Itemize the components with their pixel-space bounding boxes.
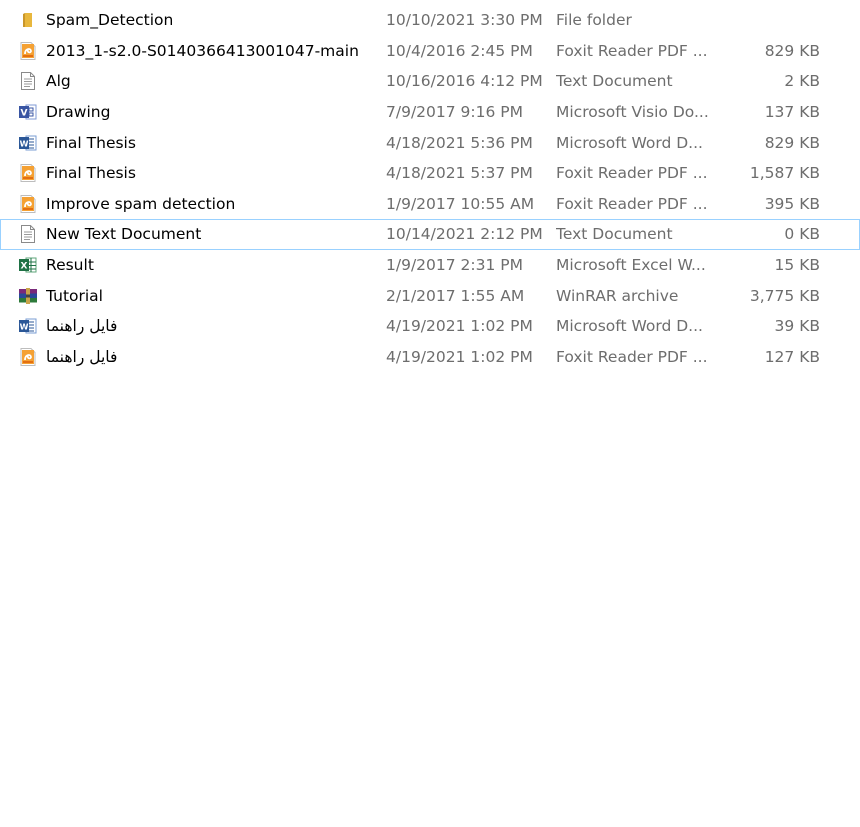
file-row[interactable]: Tutorial 2/1/2017 1:55 AM WinRAR archive…	[0, 280, 860, 311]
file-date-modified: 10/10/2021 3:30 PM	[386, 11, 543, 30]
file-row[interactable]: New Text Document 10/14/2021 2:12 PM Tex…	[0, 219, 860, 250]
file-date-modified: 10/14/2021 2:12 PM	[386, 225, 543, 244]
file-name: فایل راهنما	[46, 317, 118, 336]
file-row[interactable]: Spam_Detection 10/10/2021 3:30 PM File f…	[0, 5, 860, 36]
file-type: Foxit Reader PDF ...	[556, 164, 708, 183]
file-size: 395 KB	[764, 194, 820, 213]
file-type: File folder	[556, 11, 632, 30]
file-size: 0 KB	[784, 225, 820, 244]
file-date-modified: 7/9/2017 9:16 PM	[386, 103, 523, 122]
file-size	[731, 6, 820, 35]
file-row[interactable]: فایل راهنما 4/19/2021 1:02 PM Foxit Read…	[0, 342, 860, 373]
pdf-icon	[18, 190, 38, 219]
visio-icon: V	[18, 98, 38, 127]
folder-icon	[18, 6, 38, 35]
file-name: Alg	[46, 72, 71, 91]
file-name: Spam_Detection	[46, 11, 174, 30]
file-date-modified: 4/18/2021 5:37 PM	[386, 164, 533, 183]
word-icon: W	[18, 312, 38, 341]
file-row[interactable]: V Drawing 7/9/2017 9:16 PM Microsoft Vis…	[0, 97, 860, 128]
file-type: WinRAR archive	[556, 286, 679, 305]
file-date-modified: 4/19/2021 1:02 PM	[386, 347, 533, 366]
file-row[interactable]: Final Thesis 4/18/2021 5:37 PM Foxit Rea…	[0, 158, 860, 189]
file-name: Final Thesis	[46, 164, 136, 183]
file-list: Spam_Detection 10/10/2021 3:30 PM File f…	[0, 5, 860, 372]
word-icon: W	[18, 128, 38, 157]
svg-text:X: X	[21, 262, 28, 272]
file-size: 1,587 KB	[749, 164, 820, 183]
file-type: Microsoft Word D...	[556, 317, 703, 336]
file-row[interactable]: Alg 10/16/2016 4:12 PM Text Document 2 K…	[0, 66, 860, 97]
pdf-icon	[18, 343, 38, 372]
file-name: New Text Document	[46, 225, 202, 244]
file-date-modified: 1/9/2017 2:31 PM	[386, 256, 523, 275]
file-size: 2 KB	[784, 72, 820, 91]
file-size: 39 KB	[774, 317, 820, 336]
file-row[interactable]: X Result 1/9/2017 2:31 PM Microsoft Exce…	[0, 250, 860, 281]
file-name: Drawing	[46, 103, 111, 122]
file-type: Foxit Reader PDF ...	[556, 41, 708, 60]
file-row[interactable]: Improve spam detection 1/9/2017 10:55 AM…	[0, 189, 860, 220]
svg-text:W: W	[20, 323, 29, 332]
file-type: Microsoft Word D...	[556, 133, 703, 152]
file-size: 3,775 KB	[749, 286, 820, 305]
file-name: فایل راهنما	[46, 347, 118, 366]
file-date-modified: 4/18/2021 5:36 PM	[386, 133, 533, 152]
file-type: Foxit Reader PDF ...	[556, 347, 708, 366]
winrar-icon	[18, 281, 38, 310]
file-type: Text Document	[556, 225, 673, 244]
file-type: Microsoft Visio Do...	[556, 103, 709, 122]
excel-icon: X	[18, 251, 38, 280]
file-name: Final Thesis	[46, 133, 136, 152]
text-document-icon	[18, 220, 38, 249]
file-date-modified: 1/9/2017 10:55 AM	[386, 194, 535, 213]
svg-text:W: W	[20, 139, 29, 148]
pdf-icon	[18, 37, 38, 66]
file-type: Text Document	[556, 72, 673, 91]
file-name: Improve spam detection	[46, 194, 236, 213]
file-date-modified: 4/19/2021 1:02 PM	[386, 317, 533, 336]
file-size: 15 KB	[774, 256, 820, 275]
file-type: Foxit Reader PDF ...	[556, 194, 708, 213]
text-document-icon	[18, 67, 38, 96]
file-size: 829 KB	[764, 41, 820, 60]
file-row[interactable]: W Final Thesis 4/18/2021 5:36 PM Microso…	[0, 127, 860, 158]
file-name: Tutorial	[46, 286, 103, 305]
pdf-icon	[18, 159, 38, 188]
file-size: 127 KB	[764, 347, 820, 366]
file-name: Result	[46, 256, 94, 275]
file-date-modified: 2/1/2017 1:55 AM	[386, 286, 525, 305]
file-type: Microsoft Excel W...	[556, 256, 706, 275]
file-size: 137 KB	[764, 103, 820, 122]
file-date-modified: 10/4/2016 2:45 PM	[386, 41, 533, 60]
file-name: 2013_1-s2.0-S0140366413001047-main	[46, 41, 359, 60]
file-date-modified: 10/16/2016 4:12 PM	[386, 72, 543, 91]
file-row[interactable]: W فایل راهنما 4/19/2021 1:02 PM Microsof…	[0, 311, 860, 342]
file-size: 829 KB	[764, 133, 820, 152]
file-row[interactable]: 2013_1-s2.0-S0140366413001047-main 10/4/…	[0, 36, 860, 67]
svg-text:V: V	[21, 109, 28, 119]
